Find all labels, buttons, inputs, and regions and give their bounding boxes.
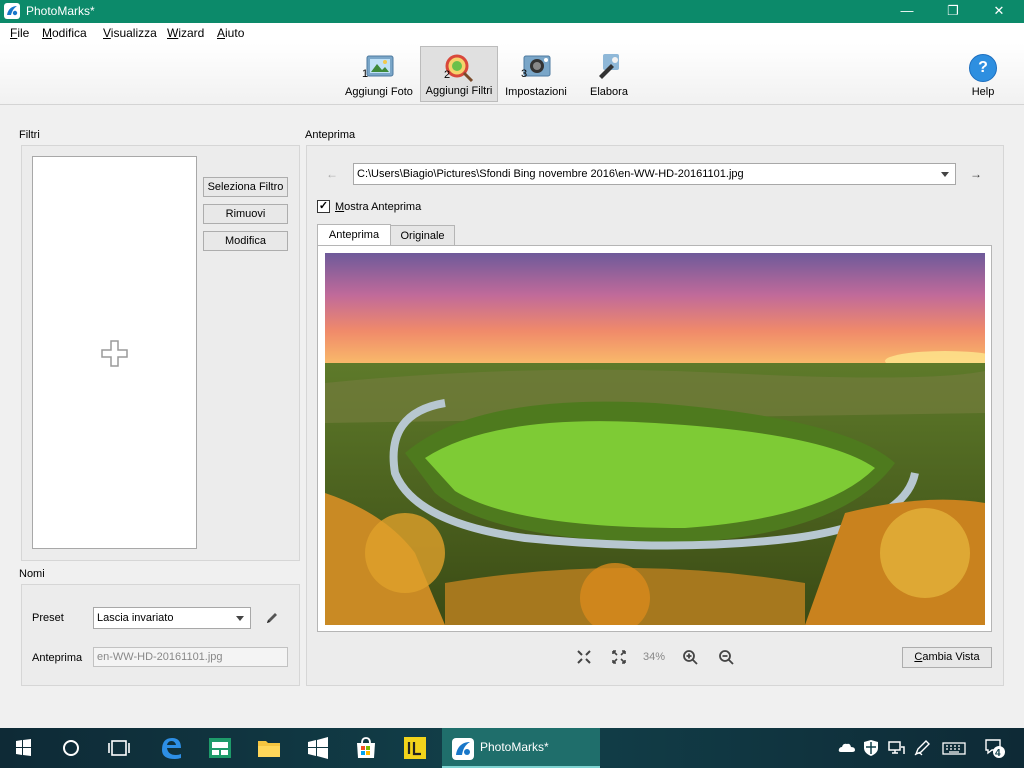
process-icon bbox=[599, 54, 619, 79]
tab-originale[interactable]: Originale bbox=[390, 225, 455, 246]
menu-visualizza[interactable]: Visualizza bbox=[103, 26, 157, 40]
pen-ink-icon[interactable] bbox=[913, 739, 931, 757]
help-icon: ? bbox=[969, 54, 997, 82]
names-panel bbox=[21, 584, 300, 686]
select-filter-button[interactable]: Seleziona Filtro bbox=[203, 177, 288, 197]
remove-filter-button[interactable]: Rimuovi bbox=[203, 204, 288, 224]
edge-browser-icon[interactable] bbox=[148, 728, 194, 768]
window-title: PhotoMarks* bbox=[26, 4, 95, 18]
preview-group-label: Anteprima bbox=[305, 129, 356, 141]
edit-filter-button[interactable]: Modifica bbox=[203, 231, 288, 251]
preview-image bbox=[325, 253, 985, 625]
chevron-down-icon bbox=[236, 616, 244, 621]
task-view-icon[interactable] bbox=[96, 728, 142, 768]
filters-group-label: Filtri bbox=[19, 129, 40, 141]
zoom-level: 34% bbox=[643, 651, 666, 663]
zoom-in-icon[interactable] bbox=[682, 649, 698, 665]
wizard-toolbar: 1 Aggiungi Foto 2 Aggiungi Filtri 3 Impo… bbox=[0, 43, 1024, 105]
microsoft-store-icon[interactable] bbox=[343, 728, 389, 768]
start-windows-icon[interactable] bbox=[0, 728, 46, 768]
cortana-search-icon[interactable] bbox=[48, 728, 94, 768]
add-filter-plus-icon[interactable] bbox=[101, 340, 128, 367]
zoom-out-icon[interactable] bbox=[718, 649, 734, 665]
preview-name-field[interactable]: en-WW-HD-20161101.jpg bbox=[93, 647, 288, 667]
store-app-icon[interactable] bbox=[197, 728, 243, 768]
chevron-down-icon bbox=[941, 172, 949, 177]
help-button[interactable]: ? Help bbox=[960, 46, 1006, 102]
actual-size-icon[interactable] bbox=[611, 649, 627, 665]
notification-count-badge: 4 bbox=[995, 748, 1001, 759]
show-preview-label[interactable]: Mostra Anteprima bbox=[335, 201, 421, 213]
photomarks-taskbar-icon bbox=[452, 738, 474, 760]
menu-modifica[interactable]: Modifica bbox=[42, 26, 87, 40]
preset-dropdown[interactable]: Lascia invariato bbox=[93, 607, 251, 629]
preset-label: Preset bbox=[32, 612, 64, 624]
taskbar: PhotoMarks* 4 bbox=[0, 728, 1024, 768]
photomarks-app-icon bbox=[4, 3, 20, 19]
menu-aiuto[interactable]: Aiuto bbox=[217, 26, 244, 40]
edit-preset-pencil-icon[interactable] bbox=[265, 611, 279, 625]
next-arrow-icon[interactable]: → bbox=[970, 167, 982, 181]
minimize-button[interactable]: — bbox=[884, 0, 930, 23]
ilovepdf-app-icon[interactable] bbox=[393, 728, 439, 768]
names-group-label: Nomi bbox=[19, 568, 45, 580]
step-aggiungi-filtri-button[interactable]: 2 Aggiungi Filtri bbox=[420, 46, 498, 102]
network-icon[interactable] bbox=[887, 739, 905, 757]
maximize-button[interactable]: ❐ bbox=[930, 0, 976, 23]
previous-arrow-icon[interactable]: ← bbox=[326, 167, 338, 181]
menu-bar: File Modifica Visualizza Wizard Aiuto bbox=[0, 23, 1024, 43]
menu-wizard[interactable]: Wizard bbox=[167, 26, 204, 40]
windows-logo-app-icon[interactable] bbox=[295, 728, 341, 768]
file-explorer-icon[interactable] bbox=[246, 728, 292, 768]
taskbar-photomarks-button[interactable]: PhotoMarks* bbox=[442, 728, 600, 768]
menu-file[interactable]: File bbox=[10, 26, 29, 40]
fit-to-window-icon[interactable] bbox=[576, 649, 592, 665]
step-aggiungi-foto-button[interactable]: 1 Aggiungi Foto bbox=[342, 46, 416, 102]
step-impostazioni-button[interactable]: 3 Impostazioni bbox=[502, 46, 570, 102]
shield-icon[interactable] bbox=[862, 739, 880, 757]
onedrive-cloud-icon[interactable] bbox=[838, 739, 856, 757]
close-button[interactable]: ✕ bbox=[976, 0, 1022, 23]
change-view-button[interactable]: Cambia Vista bbox=[902, 647, 992, 668]
preview-name-label: Anteprima bbox=[32, 652, 83, 664]
tab-anteprima[interactable]: Anteprima bbox=[317, 224, 391, 247]
title-bar: PhotoMarks* — ❐ ✕ bbox=[0, 0, 1024, 23]
keyboard-icon[interactable] bbox=[942, 739, 966, 757]
step-elabora-button[interactable]: Elabora bbox=[576, 46, 642, 102]
file-path-dropdown[interactable]: C:\Users\Biagio\Pictures\Sfondi Bing nov… bbox=[353, 163, 956, 185]
show-preview-checkbox[interactable]: ✓ bbox=[317, 200, 330, 213]
